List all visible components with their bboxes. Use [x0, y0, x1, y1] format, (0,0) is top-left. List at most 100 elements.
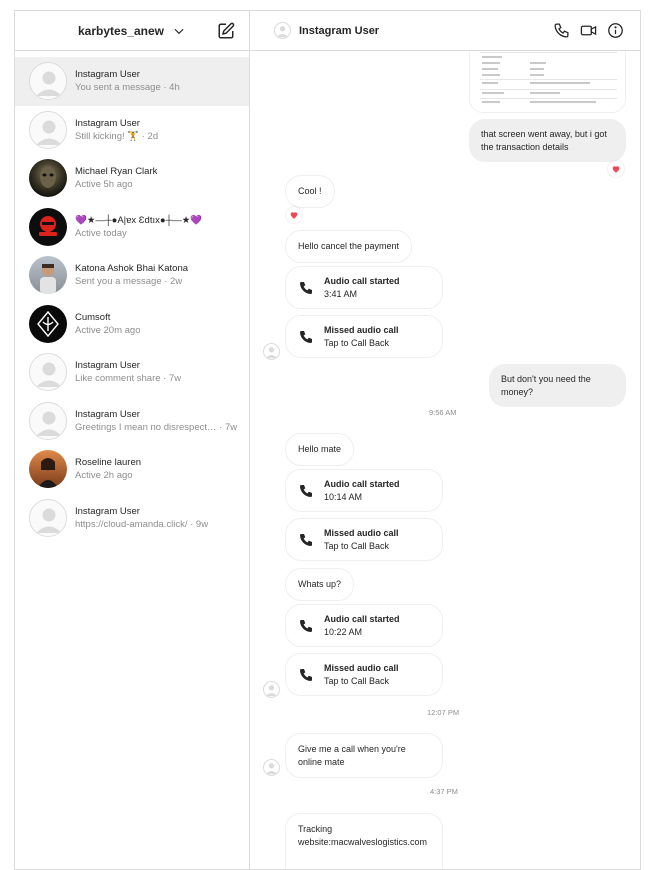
thread-name: Instagram User: [75, 117, 140, 129]
messenger-window: karbytes_anew Instagram User You sent a m…: [14, 10, 641, 870]
incoming-message[interactable]: Tracking website:macwalveslogistics.com: [285, 813, 443, 869]
thread-name: Katona Ashok Bhai Katona: [75, 263, 189, 275]
contact-avatar[interactable]: [274, 22, 291, 39]
message-text: Tracking website:macwalveslogistics.com: [298, 824, 428, 847]
thread-item[interactable]: Instagram User Like comment share · 7w: [15, 348, 249, 397]
incoming-message[interactable]: Hello cancel the payment: [285, 230, 413, 263]
photo-avatar: [29, 207, 67, 246]
default-avatar: [29, 401, 67, 440]
chat-header: Instagram User: [250, 11, 640, 51]
thread-preview: https://cloud-amanda.click/ · 9w: [75, 518, 209, 530]
call-title: Audio call started: [324, 478, 400, 489]
outgoing-message[interactable]: But don't you need the money?: [489, 364, 626, 407]
thread-preview: Active today: [75, 227, 127, 239]
sidebar-header: karbytes_anew: [15, 11, 249, 51]
thread-preview: Active 2h ago: [75, 470, 133, 482]
logo-avatar: [29, 304, 67, 343]
message-thread: that screen went away, but i got the tra…: [250, 51, 640, 869]
photo-avatar: [29, 256, 67, 295]
heart-icon: [612, 166, 620, 173]
call-back-link: Tap to Call Back: [324, 675, 390, 686]
default-avatar: [29, 498, 67, 537]
thread-preview: Sent you a message · 2w: [75, 276, 183, 288]
call-title: Missed audio call: [324, 527, 399, 538]
account-name: karbytes_anew: [77, 23, 165, 38]
message-text: Give me a call when you're online mate: [298, 744, 406, 767]
transaction-screenshot: [480, 51, 617, 106]
call-time: 3:41 AM: [324, 288, 358, 299]
audio-call-started-card[interactable]: Audio call started 10:22 AM: [285, 604, 443, 647]
sender-avatar: [263, 343, 280, 360]
thread-preview: Still kicking! 🏋 · 2d: [75, 130, 159, 142]
call-title: Audio call started: [324, 275, 400, 286]
chat-actions: [553, 22, 624, 39]
incoming-message[interactable]: Give me a call when you're online mate: [285, 733, 443, 778]
thread-item[interactable]: Katona Ashok Bhai Katona Sent you a messa…: [15, 251, 249, 300]
message-text: Whats up?: [298, 579, 342, 589]
call-time: 10:14 AM: [324, 491, 363, 502]
thread-item[interactable]: 💜★—┼●A|ɐx Ɛdtıx●┼—★💜 Active today: [15, 203, 249, 252]
audio-call-started-card[interactable]: Audio call started 3:41 AM: [285, 266, 443, 309]
thread-item[interactable]: Roseline lauren Active 2h ago: [15, 445, 249, 494]
call-title: Missed audio call: [324, 324, 399, 335]
call-title: Audio call started: [324, 613, 400, 624]
thread-item[interactable]: Instagram User Still kicking! 🏋 · 2d: [15, 106, 249, 155]
thread-name: Instagram User: [75, 505, 140, 517]
thread-item[interactable]: Michael Ryan Clark Active 5h ago: [15, 154, 249, 203]
thread-list: Instagram User You sent a message · 4h In…: [15, 57, 249, 542]
thread-name: Instagram User: [75, 69, 140, 81]
thread-preview: Like comment share · 7w: [75, 373, 182, 385]
thread-name: Instagram User: [75, 360, 140, 372]
thread-preview: You sent a message · 4h: [75, 82, 180, 94]
incoming-message[interactable]: Whats up?: [285, 568, 355, 601]
sender-avatar: [263, 759, 280, 776]
missed-call-card[interactable]: Missed audio call Tap to Call Back: [285, 315, 443, 358]
thread-item[interactable]: Instagram User Greetings I mean no disres…: [15, 397, 249, 446]
chevron-down-icon: [174, 28, 184, 34]
timestamp: 4:37 PM: [430, 787, 458, 796]
thread-name: 💜★—┼●A|ɐx Ɛdtıx●┼—★💜: [75, 214, 203, 226]
new-message-icon[interactable]: [217, 22, 235, 40]
thread-name: Roseline lauren: [75, 457, 142, 469]
phone-icon: [300, 533, 312, 546]
chat-title[interactable]: Instagram User: [299, 25, 379, 37]
message-text: that screen went away, but i got the tra…: [481, 129, 607, 152]
chat-panel: Instagram User that screen went away, bu…: [250, 11, 640, 869]
thread-preview: Active 20m ago: [75, 324, 141, 336]
sidebar: karbytes_anew Instagram User You sent a m…: [15, 11, 250, 869]
thread-item[interactable]: Instagram User https://cloud-amanda.click…: [15, 494, 249, 543]
audio-call-started-card[interactable]: Audio call started 10:14 AM: [285, 469, 443, 512]
account-switcher[interactable]: karbytes_anew: [78, 24, 186, 38]
phone-icon: [300, 484, 312, 497]
thread-item[interactable]: Cumsoft Active 20m ago: [15, 300, 249, 349]
video-call-icon[interactable]: [580, 22, 597, 39]
thread-item[interactable]: Instagram User You sent a message · 4h: [15, 57, 249, 106]
phone-icon: [300, 619, 312, 632]
call-title: Missed audio call: [324, 662, 399, 673]
photo-avatar: [29, 159, 67, 198]
call-back-link: Tap to Call Back: [324, 337, 390, 348]
heart-icon: [290, 212, 298, 219]
thread-name: Instagram User: [75, 408, 140, 420]
message-text: But don't you need the money?: [501, 374, 591, 397]
info-icon[interactable]: [607, 22, 624, 39]
incoming-message[interactable]: Hello mate: [285, 433, 355, 466]
outgoing-message[interactable]: that screen went away, but i got the tra…: [469, 119, 626, 162]
heart-reaction[interactable]: [608, 161, 624, 177]
thread-name: Michael Ryan Clark: [75, 166, 158, 178]
timestamp: 12:07 PM: [427, 708, 460, 717]
phone-icon[interactable]: [553, 22, 570, 39]
sender-avatar: [263, 681, 280, 698]
thread-name: Cumsoft: [75, 311, 111, 323]
call-time: 10:22 AM: [324, 626, 363, 637]
missed-call-card[interactable]: Missed audio call Tap to Call Back: [285, 518, 443, 561]
call-back-link: Tap to Call Back: [324, 540, 390, 551]
missed-call-card[interactable]: Missed audio call Tap to Call Back: [285, 653, 443, 696]
phone-icon: [300, 330, 312, 343]
message-text: Hello cancel the payment: [298, 241, 400, 251]
incoming-message[interactable]: Cool !: [285, 175, 335, 208]
timestamp: 9:56 AM: [429, 408, 457, 417]
shared-image[interactable]: [469, 51, 626, 113]
heart-reaction[interactable]: [286, 207, 302, 223]
thread-preview: Greetings I mean no disrespect… · 7w: [75, 421, 238, 433]
